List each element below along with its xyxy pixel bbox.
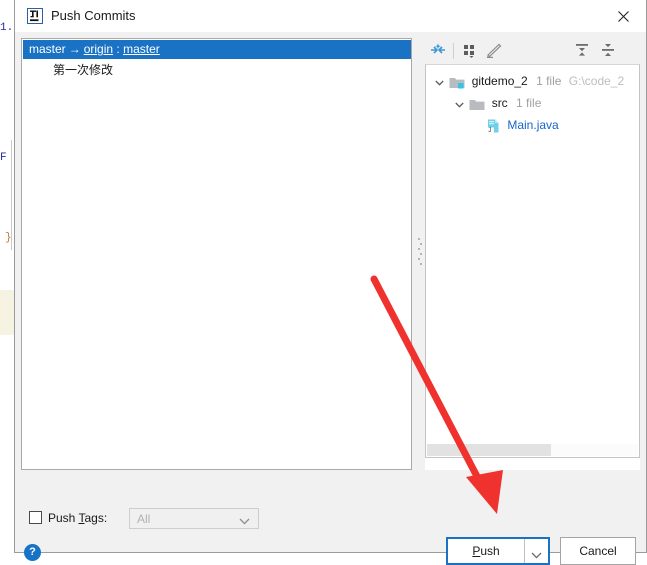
- expand-all-icon[interactable]: [573, 42, 593, 60]
- cancel-label: Cancel: [579, 544, 617, 558]
- files-toolbar: [425, 38, 640, 64]
- push-tags-checkbox[interactable]: [29, 511, 42, 524]
- chevron-down-icon[interactable]: [452, 94, 466, 114]
- folder-icon: [469, 97, 485, 111]
- expand-selection-icon[interactable]: [429, 42, 449, 60]
- push-button[interactable]: Push: [448, 539, 524, 563]
- remote-link[interactable]: origin: [84, 42, 113, 56]
- cancel-button[interactable]: Cancel: [560, 537, 636, 565]
- edit-source-icon[interactable]: [485, 42, 505, 60]
- bg-divider: [11, 140, 12, 250]
- tree-node-meta: 1 file: [536, 74, 562, 88]
- tree-node-label: gitdemo_2: [471, 74, 528, 88]
- horizontal-scrollbar[interactable]: [427, 444, 638, 456]
- push-tags-value: All: [137, 512, 151, 526]
- dialog-titlebar: Push Commits: [15, 0, 646, 33]
- tree-node-path: G:\code_2: [568, 74, 625, 88]
- push-button-group: Push: [446, 537, 550, 565]
- group-by-icon[interactable]: [461, 42, 481, 60]
- commit-group-row[interactable]: master → origin : master: [23, 40, 411, 59]
- tree-node-meta: 1 file: [516, 96, 542, 110]
- remote-branch-link[interactable]: master: [123, 42, 160, 56]
- commit-list-item[interactable]: 第一次修改: [23, 61, 411, 79]
- panel-splitter[interactable]: [415, 38, 425, 470]
- commit-message: 第一次修改: [53, 63, 114, 77]
- arrow-glyph: →: [68, 42, 81, 56]
- bg-highlight-strip: [0, 290, 14, 335]
- collapse-all-icon[interactable]: [599, 42, 619, 60]
- chevron-down-icon: [239, 514, 250, 528]
- bg-code-line-2: F: [0, 152, 7, 164]
- push-label-post: ush: [480, 544, 500, 558]
- push-tags-label: Push Tags:: [48, 510, 107, 526]
- push-tags-select[interactable]: All: [129, 508, 259, 529]
- tree-node-label: Main.java: [507, 118, 559, 132]
- push-dropdown-button[interactable]: [525, 539, 548, 563]
- module-folder-icon: [449, 75, 465, 89]
- tree-row[interactable]: gitdemo_2 1 file G:\code_2: [426, 71, 639, 92]
- push-tags-label-post: ags:: [84, 511, 108, 525]
- close-icon[interactable]: [602, 0, 646, 31]
- push-commits-dialog: Push Commits master → origin : master 第一次修…: [14, 0, 647, 565]
- dialog-title: Push Commits: [51, 8, 136, 23]
- dialog-content: master → origin : master 第一次修改 gitdemo_2…: [15, 32, 646, 565]
- svg-text:J: J: [488, 128, 491, 133]
- chevron-down-icon[interactable]: [432, 72, 446, 92]
- scrollbar-thumb[interactable]: [427, 444, 551, 456]
- file-tree[interactable]: gitdemo_2 1 file G:\code_2 src 1 file J …: [425, 64, 640, 458]
- tree-row[interactable]: J Main.java: [426, 115, 639, 135]
- commits-list-panel[interactable]: master → origin : master 第一次修改: [21, 38, 412, 470]
- push-tags-label-pre: Push: [48, 511, 79, 525]
- java-class-icon: J: [486, 119, 500, 134]
- toolbar-separator: [453, 43, 454, 59]
- tree-node-label: src: [491, 96, 508, 110]
- intellij-idea-icon: [27, 8, 43, 24]
- changed-files-panel: gitdemo_2 1 file G:\code_2 src 1 file J …: [425, 38, 640, 470]
- chevron-down-icon: [531, 548, 542, 562]
- tree-row[interactable]: src 1 file: [426, 93, 639, 114]
- splitter-grip-icon: [418, 238, 422, 270]
- local-branch-label: master: [29, 42, 66, 56]
